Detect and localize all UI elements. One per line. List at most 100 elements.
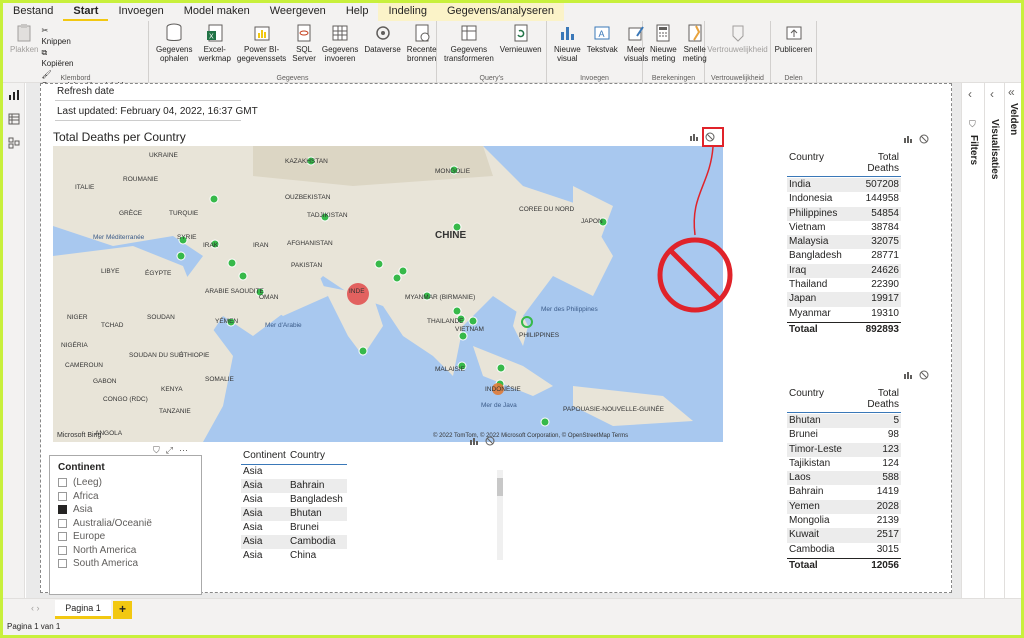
table-row[interactable]: Bahrain 1419 — [787, 485, 901, 499]
checkbox[interactable] — [58, 478, 67, 488]
slicer-item[interactable]: Europe — [50, 530, 201, 544]
slicer-item[interactable]: Asia — [50, 503, 201, 517]
textbox-button[interactable]: A Tekstvak — [584, 23, 621, 83]
slicer-item[interactable]: Australia/Oceanië — [50, 517, 201, 531]
transform-data-button[interactable]: Gegevens transformeren — [441, 23, 497, 83]
bottom-deaths-table[interactable]: Country Total Deaths Bhutan 5 Brunei 98 Timo… — [787, 388, 901, 572]
data-view-icon[interactable] — [8, 113, 20, 125]
cell-country: India — [789, 179, 811, 190]
table-row[interactable]: India 507208 — [787, 178, 901, 193]
power-bi-datasets-button[interactable]: Power BI-gegevenssets — [234, 23, 289, 83]
column-header-country[interactable]: Country — [787, 388, 845, 410]
table-row[interactable]: Cambodia 3015 — [787, 543, 901, 557]
checkbox[interactable] — [58, 505, 67, 515]
column-header-country[interactable]: Country — [787, 152, 845, 174]
get-data-button[interactable]: Gegevens ophalen — [153, 23, 195, 83]
table-row[interactable]: Mongolia 2139 — [787, 514, 901, 528]
total-value: 892893 — [865, 323, 899, 335]
not-allowed-icon[interactable] — [485, 436, 495, 446]
checkbox[interactable] — [58, 518, 67, 528]
fields-pane[interactable]: « Velden — [1004, 83, 1021, 598]
table-row[interactable]: Iraq 24626 — [787, 263, 901, 279]
not-allowed-icon[interactable] — [919, 370, 929, 380]
table-row[interactable]: Asia — [241, 465, 347, 479]
table-row[interactable]: Myanmar 19310 — [787, 307, 901, 321]
refresh-button[interactable]: Vernieuwen — [497, 23, 545, 83]
column-header-total-deaths[interactable]: Total Deaths — [845, 152, 901, 174]
table-row[interactable]: Vietnam 38784 — [787, 221, 901, 235]
slicer-item[interactable]: (Leeg) — [50, 476, 201, 490]
checkbox[interactable] — [58, 491, 67, 501]
table-row[interactable]: Indonesia 144958 — [787, 192, 901, 206]
not-allowed-icon[interactable] — [919, 134, 929, 144]
continent-country-table[interactable]: Continent Country Asia Asia Bahrain Asia Ban… — [241, 450, 347, 563]
recent-sources-button[interactable]: Recente bronnen — [404, 23, 440, 83]
copy-button[interactable]: ⧉ Kopiëren — [41, 47, 134, 69]
sensitivity-button[interactable]: Vertrouwelijkheid — [704, 23, 770, 83]
column-header-total-deaths[interactable]: Total Deaths — [845, 388, 901, 410]
column-header-country[interactable]: Country — [290, 450, 347, 461]
pin-visual-icon[interactable] — [903, 134, 913, 144]
table-row[interactable]: Thailand 22390 — [787, 278, 901, 292]
table-row[interactable]: Asia Bhutan — [241, 507, 347, 521]
tab-help[interactable]: Help — [336, 3, 379, 21]
chevron-left-icon[interactable]: ‹ — [968, 87, 972, 101]
cell-country: Bangladesh — [789, 250, 842, 262]
table-row[interactable]: Bhutan 5 — [787, 414, 901, 429]
table-row[interactable]: Kuwait 2517 — [787, 528, 901, 543]
sql-server-button[interactable]: SQL Server — [289, 23, 319, 83]
table-row[interactable]: Timor-Leste 123 — [787, 442, 901, 457]
tab-model-maken[interactable]: Model maken — [174, 3, 260, 21]
tab-start[interactable]: Start — [63, 3, 109, 21]
publish-button[interactable]: Publiceren — [772, 23, 816, 83]
table-row[interactable]: Yemen 2028 — [787, 499, 901, 515]
checkbox[interactable] — [58, 545, 67, 555]
add-page-button[interactable]: + — [113, 601, 132, 619]
bubble-map[interactable]: UKRAINE KAZAKHSTAN MONGOLIE ROUMANIE ITALIE O… — [53, 146, 723, 442]
table-row[interactable]: Asia Cambodia — [241, 535, 347, 549]
visualizations-pane[interactable]: ‹ Visualisaties — [984, 83, 1004, 598]
tab-indeling[interactable]: Indeling — [378, 3, 437, 21]
chevron-left-icon[interactable]: ‹ — [990, 87, 994, 101]
new-measure-button[interactable]: Nieuwe meting — [647, 23, 680, 83]
report-view-icon[interactable] — [8, 89, 20, 101]
slicer-item[interactable]: Africa — [50, 490, 201, 504]
table-row[interactable]: Bangladesh 28771 — [787, 249, 901, 263]
filters-pane[interactable]: ‹ ⛉ Filters — [961, 83, 984, 598]
table-row[interactable]: Tajikistan 124 — [787, 457, 901, 471]
table-scrollbar[interactable] — [497, 470, 503, 560]
table-row[interactable]: Asia Bangladesh — [241, 493, 347, 507]
page-tab-1[interactable]: Pagina 1 — [55, 600, 111, 619]
table-row[interactable]: Philippines 54854 — [787, 206, 901, 221]
checkbox[interactable] — [58, 532, 67, 542]
table-row[interactable]: Japan 19917 — [787, 292, 901, 307]
tab-weergeven[interactable]: Weergeven — [260, 3, 336, 21]
table-row[interactable]: Asia China — [241, 549, 347, 563]
tab-bestand[interactable]: Bestand — [3, 3, 63, 21]
column-header-continent[interactable]: Continent — [241, 450, 290, 461]
slicer-item[interactable]: South America — [50, 557, 201, 571]
enter-data-button[interactable]: Gegevens invoeren — [319, 23, 361, 83]
tab-gegevens-analyseren[interactable]: Gegevens/analyseren — [436, 3, 564, 21]
slicer-item[interactable]: North America — [50, 544, 201, 558]
paste-button[interactable]: Plakken — [7, 23, 41, 83]
new-visual-button[interactable]: Nieuwe visual — [551, 23, 584, 83]
dataverse-button[interactable]: Dataverse — [361, 23, 403, 83]
cut-button[interactable]: ✂ Knippen — [41, 25, 134, 47]
model-view-icon[interactable] — [8, 137, 20, 149]
pin-visual-icon[interactable] — [903, 370, 913, 380]
table-row[interactable]: Asia Bahrain — [241, 479, 347, 493]
excel-workbook-button[interactable]: X Excel-werkmap — [195, 23, 233, 83]
cell-country: Brunei — [789, 429, 818, 441]
tab-invoegen[interactable]: Invoegen — [108, 3, 173, 21]
table-row[interactable]: Asia Brunei — [241, 521, 347, 535]
page-nav-arrows[interactable]: ‹ › — [31, 603, 40, 613]
pin-visual-icon[interactable] — [689, 132, 699, 142]
double-chevron-left-icon[interactable]: « — [1008, 85, 1015, 99]
top-deaths-table[interactable]: Country Total Deaths India 507208 Indonesi… — [787, 152, 901, 336]
table-row[interactable]: Malaysia 32075 — [787, 235, 901, 250]
table-row[interactable]: Brunei 98 — [787, 428, 901, 442]
pin-visual-icon[interactable] — [469, 436, 479, 446]
checkbox[interactable] — [58, 559, 67, 569]
table-row[interactable]: Laos 588 — [787, 471, 901, 486]
